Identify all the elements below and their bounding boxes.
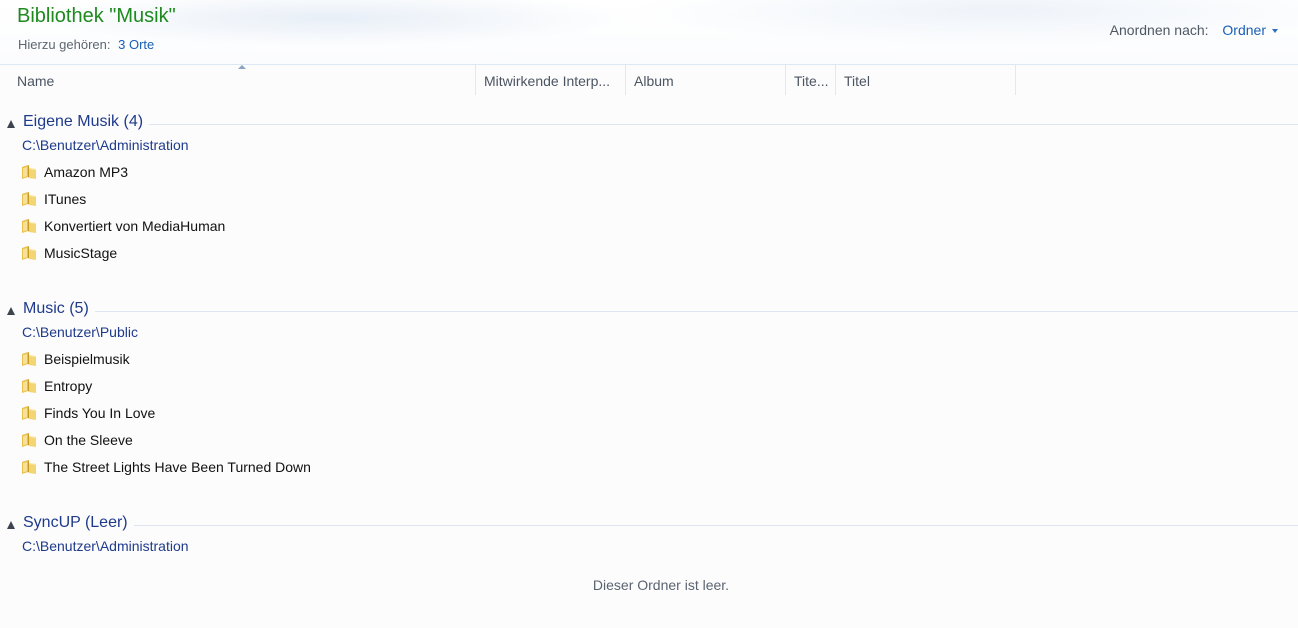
column-header-title[interactable]: Titel <box>836 65 1016 95</box>
column-header-track-number[interactable]: Tite... <box>786 65 836 95</box>
group-header[interactable]: Eigene Musik (4) <box>0 113 1298 135</box>
folder-icon <box>22 219 36 233</box>
empty-folder-message: Dieser Ordner ist leer. <box>592 577 730 593</box>
group-divider <box>23 311 1298 312</box>
folder-item[interactable]: Amazon MP3 <box>0 159 1298 186</box>
group-divider <box>23 124 1298 125</box>
column-header-name[interactable]: Name <box>9 65 476 95</box>
folder-icon <box>22 379 36 393</box>
column-header-bar: Name Mitwirkende Interp... Album Tite...… <box>0 65 1298 95</box>
folder-item[interactable]: MusicStage <box>0 240 1298 267</box>
group-title: Eigene Musik (4) <box>23 113 150 131</box>
folder-icon <box>22 165 36 179</box>
library-title: Bibliothek "Musik" <box>17 5 176 27</box>
group-path: C:\Benutzer\Administration <box>22 137 189 153</box>
includes-locations-link[interactable]: 3 Orte <box>118 37 154 52</box>
folder-name: Beispielmusik <box>44 351 130 367</box>
folder-icon <box>22 352 36 366</box>
group-path: C:\Benutzer\Administration <box>22 538 189 554</box>
group-path: C:\Benutzer\Public <box>22 324 138 340</box>
group-music: Music (5) C:\Benutzer\Public Beispielmus… <box>0 300 1298 481</box>
group-header[interactable]: Music (5) <box>0 300 1298 322</box>
folder-name: On the Sleeve <box>44 432 133 448</box>
group-eigene-musik: Eigene Musik (4) C:\Benutzer\Administrat… <box>0 113 1298 267</box>
folder-item[interactable]: Konvertiert von MediaHuman <box>0 213 1298 240</box>
folder-item[interactable]: Finds You In Love <box>0 400 1298 427</box>
group-title: Music (5) <box>23 300 95 318</box>
arrange-by-value: Ordner <box>1222 22 1266 38</box>
group-title: SyncUP (Leer) <box>23 514 134 532</box>
library-window: Bibliothek "Musik" Hierzu gehören: 3 Ort… <box>0 0 1298 628</box>
folder-icon <box>22 246 36 260</box>
includes-label: Hierzu gehören: <box>18 37 111 52</box>
folder-item[interactable]: On the Sleeve <box>0 427 1298 454</box>
group-syncup: SyncUP (Leer) C:\Benutzer\Administration <box>0 514 1298 556</box>
collapse-triangle-icon[interactable] <box>7 307 15 315</box>
library-includes: Hierzu gehören: 3 Orte <box>18 37 154 52</box>
arrange-by: Anordnen nach: Ordner <box>1110 22 1278 38</box>
folder-icon <box>22 192 36 206</box>
folder-icon <box>22 406 36 420</box>
folder-name: ITunes <box>44 191 87 207</box>
folder-name: Finds You In Love <box>44 405 156 421</box>
column-header-contributing-artists[interactable]: Mitwirkende Interp... <box>476 65 626 95</box>
library-header <box>0 0 1298 65</box>
folder-item[interactable]: ITunes <box>0 186 1298 213</box>
folder-icon <box>22 433 36 447</box>
chevron-down-icon <box>1272 29 1278 34</box>
folder-name: The Street Lights Have Been Turned Down <box>44 459 311 475</box>
folder-icon <box>22 460 36 474</box>
arrange-by-label: Anordnen nach: <box>1109 22 1209 38</box>
sort-ascending-icon <box>238 65 246 69</box>
folder-item[interactable]: The Street Lights Have Been Turned Down <box>0 454 1298 481</box>
folder-name: MusicStage <box>44 245 118 261</box>
folder-name: Konvertiert von MediaHuman <box>44 218 226 234</box>
collapse-triangle-icon[interactable] <box>7 521 15 529</box>
group-header[interactable]: SyncUP (Leer) <box>0 514 1298 536</box>
folder-item[interactable]: Entropy <box>0 373 1298 400</box>
group-divider <box>23 525 1298 526</box>
folder-name: Amazon MP3 <box>44 164 129 180</box>
collapse-triangle-icon[interactable] <box>7 120 15 128</box>
folder-item[interactable]: Beispielmusik <box>0 346 1298 373</box>
column-header-album[interactable]: Album <box>626 65 786 95</box>
folder-name: Entropy <box>44 378 93 394</box>
arrange-by-dropdown[interactable]: Ordner <box>1222 22 1278 38</box>
